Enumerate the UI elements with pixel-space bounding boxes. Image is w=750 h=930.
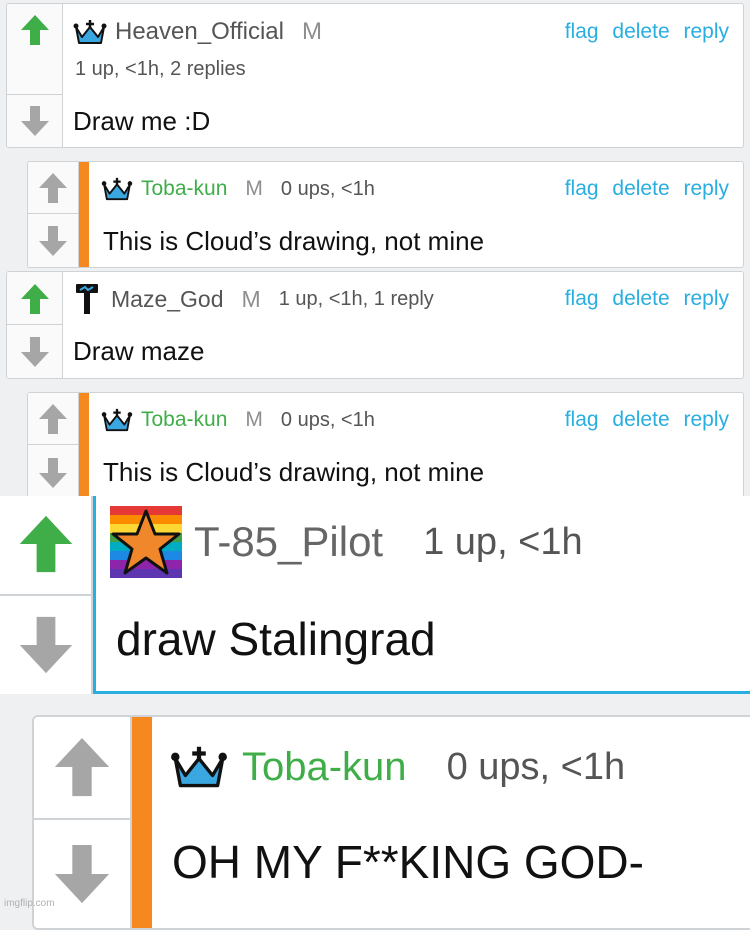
up-arrow-icon [39, 173, 67, 203]
comment-header: Toba-kun 0 ups, <1h [152, 735, 750, 799]
upvote-button[interactable] [28, 162, 78, 214]
comment-body: Maze_God M 1 up, <1h, 1 reply flag delet… [63, 272, 743, 378]
comment-text: This is Cloud’s drawing, not mine [103, 457, 485, 487]
comment-body: T-85_Pilot 1 up, <1h draw Stalingrad [93, 496, 750, 694]
comment-body: Toba-kun 0 ups, <1h OH MY F**KING GOD- [152, 717, 750, 928]
username[interactable]: Toba-kun [141, 177, 227, 201]
downvote-button[interactable] [28, 444, 78, 501]
comment-text: OH MY F**KING GOD- [172, 836, 644, 888]
upvote-button[interactable] [34, 717, 130, 817]
comment: Toba-kun M 0 ups, <1h flag delete reply … [27, 392, 744, 502]
mod-badge: M [241, 285, 261, 312]
crown-icon [101, 408, 133, 432]
upvote-button[interactable] [0, 496, 91, 592]
comment: Toba-kun 0 ups, <1h OH MY F**KING GOD- [32, 715, 750, 930]
crown-icon [73, 20, 107, 44]
downvote-button[interactable] [7, 324, 62, 378]
comment-actions: flag delete reply [557, 177, 729, 201]
flag-link[interactable]: flag [565, 20, 599, 43]
mod-badge: M [245, 408, 263, 431]
vote-meta: 1 up, <1h, 2 replies [75, 58, 246, 80]
comment-actions: flag delete reply [557, 408, 729, 432]
reply-link[interactable]: reply [683, 408, 729, 431]
down-arrow-icon [54, 844, 110, 904]
down-arrow-icon [39, 458, 67, 488]
downvote-button[interactable] [7, 94, 62, 147]
flag-link[interactable]: flag [565, 287, 599, 310]
crown-icon [171, 746, 227, 788]
up-arrow-icon [54, 737, 110, 797]
vote-meta: 0 ups, <1h [280, 177, 375, 200]
downvote-button[interactable] [28, 213, 78, 267]
vote-column [34, 717, 132, 928]
down-arrow-icon [20, 336, 49, 367]
delete-link[interactable]: delete [612, 408, 669, 431]
crown-icon [101, 177, 133, 201]
reply-link[interactable]: reply [683, 20, 729, 43]
comment-actions: flag delete reply [557, 20, 729, 44]
imgflip-watermark: imgflip.com [4, 898, 55, 909]
username[interactable]: Toba-kun [242, 745, 407, 790]
down-arrow-icon [20, 106, 49, 136]
comment-text: Draw maze [73, 336, 205, 366]
comment: T-85_Pilot 1 up, <1h draw Stalingrad [0, 496, 750, 694]
comment-text: This is Cloud’s drawing, not mine [103, 226, 485, 256]
up-arrow-icon [39, 404, 67, 434]
rainbow-star-avatar [110, 506, 182, 578]
comment: Maze_God M 1 up, <1h, 1 reply flag delet… [6, 271, 744, 379]
comment: Heaven_Official M flag delete reply 1 up… [6, 3, 744, 148]
reply-link[interactable]: reply [683, 287, 729, 310]
delete-link[interactable]: delete [612, 20, 669, 43]
reply-link[interactable]: reply [683, 177, 729, 200]
mod-badge: M [301, 18, 322, 45]
comment-body: Toba-kun M 0 ups, <1h flag delete reply … [89, 393, 743, 501]
upvote-button[interactable] [28, 393, 78, 445]
down-arrow-icon [39, 225, 67, 256]
vote-meta: 0 ups, <1h [280, 408, 375, 431]
vote-meta: 1 up, <1h, 1 reply [278, 287, 434, 310]
comment-body: Toba-kun M 0 ups, <1h flag delete reply … [89, 162, 743, 267]
username[interactable]: Maze_God [111, 286, 224, 313]
username[interactable]: T-85_Pilot [194, 518, 383, 566]
vote-meta: 0 ups, <1h [446, 745, 626, 788]
comment-actions: flag delete reply [557, 287, 729, 311]
up-arrow-icon [19, 515, 72, 573]
upvote-button[interactable] [7, 272, 62, 326]
reply-accent-bar [79, 393, 89, 501]
hammer-icon [76, 284, 98, 314]
comment-header: T-85_Pilot 1 up, <1h [96, 504, 750, 580]
username[interactable]: Heaven_Official [115, 18, 284, 46]
comment-body: Heaven_Official M flag delete reply 1 up… [63, 4, 743, 147]
comment: Toba-kun M 0 ups, <1h flag delete reply … [27, 161, 744, 268]
delete-link[interactable]: delete [612, 177, 669, 200]
vote-meta: 1 up, <1h [423, 520, 583, 563]
vote-column [28, 162, 79, 267]
username[interactable]: Toba-kun [141, 408, 227, 432]
comment-text: Draw me :D [73, 106, 211, 136]
downvote-button[interactable] [0, 594, 91, 694]
comment-text: draw Stalingrad [116, 613, 436, 665]
vote-column [7, 272, 63, 378]
vote-column [7, 4, 63, 147]
upvote-button[interactable] [7, 4, 62, 56]
delete-link[interactable]: delete [612, 287, 669, 310]
up-arrow-icon [20, 284, 49, 314]
vote-column [28, 393, 79, 501]
mod-badge: M [245, 177, 263, 200]
reply-accent-bar [79, 162, 89, 267]
downvote-button[interactable] [34, 818, 130, 928]
up-arrow-icon [20, 15, 49, 45]
flag-link[interactable]: flag [565, 177, 599, 200]
vote-column [0, 496, 93, 694]
flag-link[interactable]: flag [565, 408, 599, 431]
down-arrow-icon [19, 616, 72, 674]
reply-accent-bar [132, 717, 152, 928]
